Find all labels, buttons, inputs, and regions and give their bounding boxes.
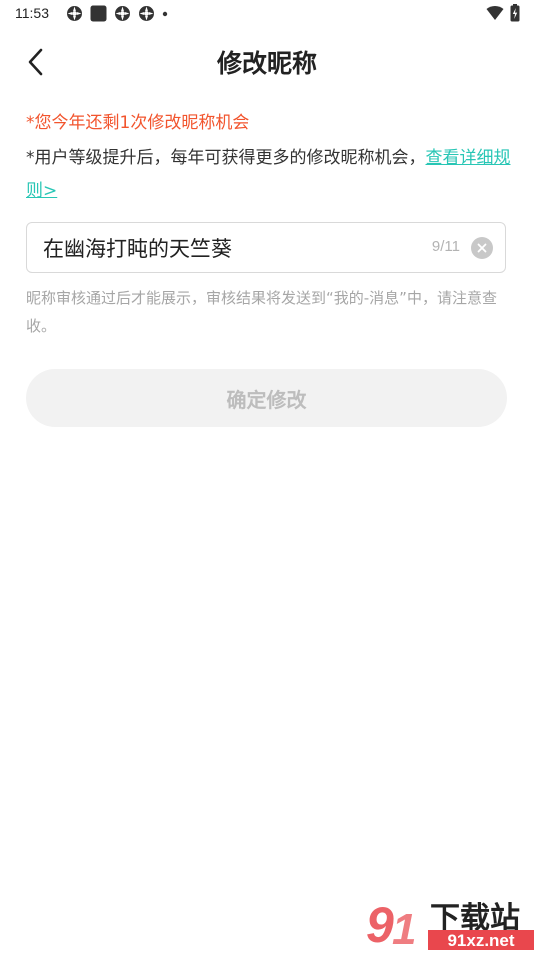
rules-notice-text: *用户等级提升后，每年可获得更多的修改昵称机会， xyxy=(26,148,426,168)
quota-notice: *您今年还剩1次修改昵称机会 xyxy=(26,113,250,133)
watermark-logo: 9 1 下载站 91xz.net xyxy=(364,890,534,954)
status-time: 11:53 xyxy=(15,5,49,21)
svg-text:9: 9 xyxy=(366,897,394,950)
rules-notice: *用户等级提升后，每年可获得更多的修改昵称机会，查看详细规则> xyxy=(26,142,512,208)
clear-circle-icon xyxy=(477,243,487,253)
app-square-icon xyxy=(90,5,107,22)
status-bar: 11:53 xyxy=(0,0,534,28)
nickname-field: 9/11 xyxy=(26,222,506,273)
app-notification-icon xyxy=(67,6,82,21)
nickname-input[interactable] xyxy=(43,223,413,272)
clear-button[interactable] xyxy=(471,237,493,259)
svg-text:1: 1 xyxy=(392,905,416,950)
review-hint: 昵称审核通过后才能展示，审核结果将发送到“我的-消息”中，请注意查收。 xyxy=(26,289,497,335)
app-notification-icon xyxy=(115,6,130,21)
nav-bar: 修改昵称 xyxy=(0,30,534,90)
wifi-icon xyxy=(486,6,504,20)
status-icons-left xyxy=(66,5,168,22)
app-notification-icon xyxy=(139,6,154,21)
page-title: 修改昵称 xyxy=(216,49,317,78)
watermark-domain: 91xz.net xyxy=(447,931,514,950)
more-dot-icon xyxy=(162,11,168,17)
battery-charging-icon xyxy=(510,4,520,22)
confirm-button[interactable]: 确定修改 xyxy=(26,369,507,427)
char-counter: 9/11 xyxy=(431,238,460,255)
status-icons-right xyxy=(486,4,520,22)
